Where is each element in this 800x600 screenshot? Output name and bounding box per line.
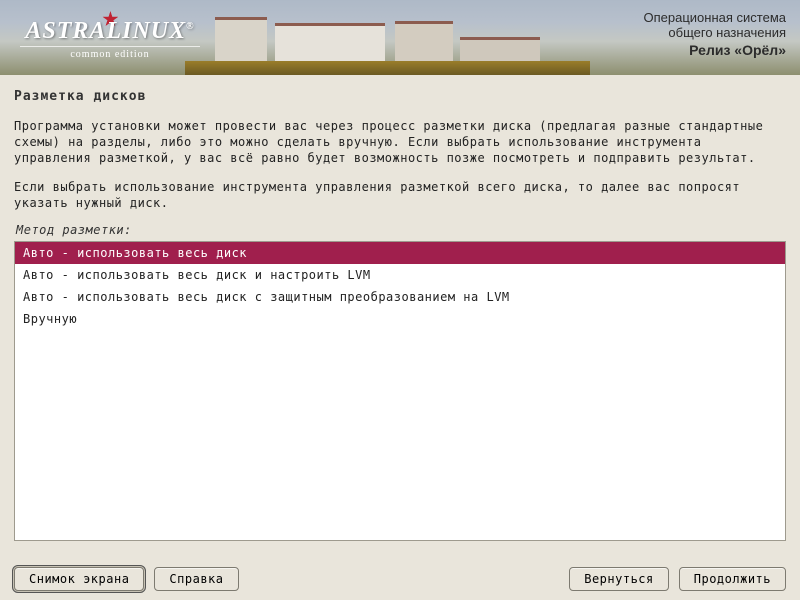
- header-title-block: Операционная система общего назначения Р…: [644, 10, 787, 58]
- description-para-2: Если выбрать использование инструмента у…: [14, 179, 786, 211]
- page-title: Разметка дисков: [14, 89, 786, 104]
- brand-logo: ★ ASTRALINUX® common edition: [20, 6, 200, 66]
- option-manual[interactable]: Вручную: [15, 308, 785, 330]
- option-auto-whole-disk-lvm[interactable]: Авто - использовать весь диск и настроит…: [15, 264, 785, 286]
- header-release: Релиз «Орёл»: [644, 42, 787, 58]
- screenshot-button[interactable]: Снимок экрана: [14, 567, 144, 591]
- partition-method-listbox[interactable]: Авто - использовать весь диск Авто - исп…: [14, 241, 786, 541]
- brand-tagline: common edition: [20, 46, 200, 60]
- back-button[interactable]: Вернуться: [569, 567, 669, 591]
- installer-header: ★ ASTRALINUX® common edition Операционна…: [0, 0, 800, 75]
- option-auto-whole-disk[interactable]: Авто - использовать весь диск: [15, 242, 785, 264]
- header-illustration: [185, 0, 590, 75]
- description-para-1: Программа установки может провести вас ч…: [14, 118, 786, 167]
- continue-button[interactable]: Продолжить: [679, 567, 786, 591]
- method-label: Метод разметки:: [14, 223, 786, 237]
- help-button[interactable]: Справка: [154, 567, 238, 591]
- brand-registered: ®: [186, 21, 194, 32]
- header-line2: общего назначения: [644, 25, 787, 40]
- footer-toolbar: Снимок экрана Справка Вернуться Продолжи…: [0, 558, 800, 600]
- header-line1: Операционная система: [644, 10, 787, 25]
- brand-name: ASTRALINUX: [25, 18, 186, 44]
- main-content: Разметка дисков Программа установки може…: [0, 75, 800, 541]
- option-auto-whole-disk-encrypted-lvm[interactable]: Авто - использовать весь диск с защитным…: [15, 286, 785, 308]
